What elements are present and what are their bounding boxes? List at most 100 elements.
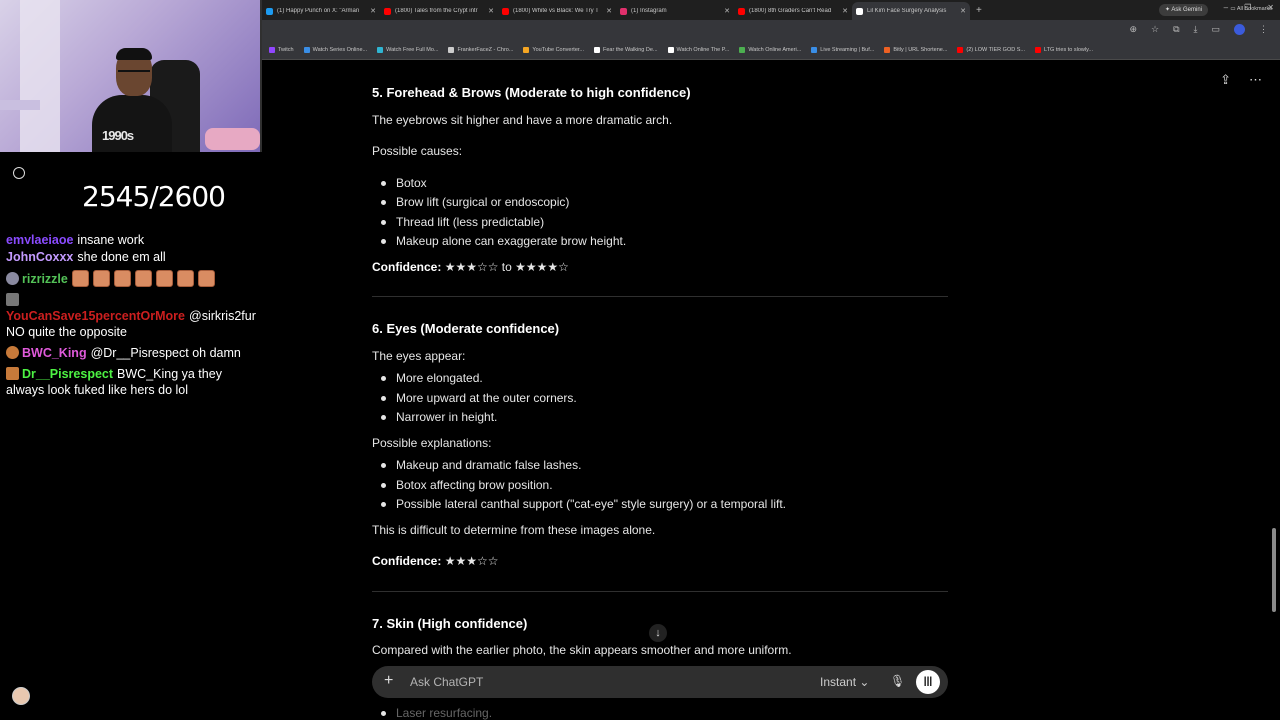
plus-icon[interactable]: + [384,672,393,690]
paragraph: The eyes appear: [372,349,466,363]
chat-username[interactable]: BWC_King [22,346,87,360]
paragraph: Possible explanations: [372,436,492,450]
list-item: Thread lift (less predictable) [380,215,545,229]
favicon-icon [269,46,275,53]
chat-text: she done em all [77,250,166,264]
favicon-icon [266,7,273,15]
tab-title: (1800) 8th Graders Can't Read [749,8,832,14]
shirt-text: 1990s [102,128,134,143]
browser-tab[interactable]: (1800) 8th Graders Can't Read ✕ [734,2,852,20]
speech-bubble-icon [13,167,25,179]
more-options-icon[interactable]: ⋯ [1249,72,1262,88]
profile-avatar[interactable] [1234,24,1245,35]
bookmark-item[interactable]: Bitly | URL Shortene... [879,46,952,53]
favicon-icon [811,46,818,53]
bookmark-label: Twitch [278,46,294,53]
favicon-icon [594,46,600,53]
confidence-line: Confidence: ★★★☆☆ [372,553,498,569]
confidence-label: Confidence: [372,554,442,568]
section-heading: 7. Skin (High confidence) [372,616,528,631]
bookmark-item[interactable]: Watch Series Online... [299,46,373,53]
bookmark-item[interactable]: FrankerFaceZ - Chro... [443,46,518,53]
tab-bar: (1) Happy Punch on X: "Arman ✕ (1800) Tale… [262,0,1280,20]
confidence-value: ★★★☆☆ [444,554,499,568]
chat-emote-icon [92,270,110,287]
chat-message: emylaeiaoe insane work [6,232,258,244]
bookmark-label: Watch Online Ameri... [748,46,802,53]
voice-mode-button[interactable]: ||| [916,670,940,694]
browser-tab[interactable]: (1) Instagram ✕ [616,2,734,20]
chat-message: rizrizzle [6,270,258,287]
close-tab-icon[interactable]: ✕ [724,7,730,15]
bookmark-item[interactable]: (2) LOW TIER GOD S... [952,46,1030,53]
browser-tab[interactable]: (1) Happy Punch on X: "Arman ✕ [262,2,380,20]
bookmark-item[interactable]: Watch Free Full Mo... [372,46,443,53]
minimize-icon[interactable]: – [1224,3,1228,12]
paragraph: The eyebrows sit higher and have a more … [372,113,673,127]
chat-username[interactable]: emylaeiaoe [6,233,73,244]
tab-title: (1800) White vs Black: We Try T [513,8,599,14]
ask-gemini-button[interactable]: ✦ Ask Gemini [1158,4,1208,16]
bookmark-star-icon[interactable]: ☆ [1151,24,1159,35]
bookmark-label: (2) LOW TIER GOD S... [966,46,1025,53]
share-icon[interactable]: ⇪ [1220,72,1231,88]
tab-title: (1800) Tales from the Crypt intr [395,8,478,14]
browser-menu-icon[interactable]: ⋮ [1259,24,1268,35]
side-panel-icon[interactable]: ▭ [1211,24,1220,35]
extensions-icon[interactable]: ⧉ [1173,24,1179,35]
favicon-icon [377,46,384,53]
scrollbar-thumb[interactable] [1272,528,1276,612]
microphone-icon[interactable]: 🎙 [890,674,905,688]
favicon-icon [303,46,310,53]
bookmark-label: Fear the Walking De... [603,46,658,53]
close-tab-icon[interactable]: ✕ [842,7,848,15]
favicon-icon [957,46,964,53]
list-item: Brow lift (surgical or endoscopic) [380,195,570,209]
bookmark-item[interactable]: Twitch [264,46,299,53]
chat-text: insane work [77,233,145,244]
chat-username[interactable]: rizrizzle [22,272,68,286]
favicon-icon [739,46,746,53]
bookmark-label: FrankerFaceZ - Chro... [457,46,514,53]
bookmark-item[interactable]: YouTube Converter... [518,46,589,53]
prompt-input[interactable] [410,674,790,690]
bookmark-item[interactable]: Watch Online The P... [663,46,735,53]
chat-username[interactable]: Dr__Pisrespect [22,367,113,381]
address-bar[interactable]: ⊕ ☆ ⧉ ⤓ ▭ ⋮ [262,20,1280,40]
user-avatar[interactable] [12,687,30,705]
bookmark-item[interactable]: LTG tries to slowly... [1030,46,1098,53]
chat-message: YouCanSave15percentOrMore @sirkris2fur NO… [6,292,258,340]
page-header-icons: ⇪ ⋯ [1220,72,1262,88]
paragraph: Compared with the earlier photo, the ski… [372,643,792,657]
all-bookmarks-label: All Bookmarks [1236,6,1272,12]
divider [372,591,948,592]
close-tab-icon[interactable]: ✕ [370,7,376,15]
model-selector[interactable]: Instant ⌄ [820,675,869,689]
download-icon[interactable]: ⤓ [1194,24,1198,35]
all-bookmarks-button[interactable]: ▭ All Bookmarks [1230,6,1272,12]
bookmark-item[interactable]: Live Streaming | Buf... [806,46,879,53]
list-item: More elongated. [381,371,483,385]
favicon-icon [884,46,891,53]
scroll-down-button[interactable]: ↓ [649,624,667,642]
bookmark-item[interactable]: Fear the Walking De... [589,46,663,53]
webcam-feed: 1990s [0,0,262,152]
sub-goal-counter: 2545/2600 [82,180,226,213]
bookmark-label: Watch Free Full Mo... [386,46,439,53]
browser-tab[interactable]: (1800) Tales from the Crypt intr ✕ [380,2,498,20]
chat-badge-icon [6,367,19,380]
composer: + Instant ⌄ 🎙 ||| [372,666,948,698]
close-tab-icon[interactable]: ✕ [606,7,612,15]
chat-message: JohnCoxxx she done em all [6,249,258,265]
list-item: Botox [381,176,427,190]
chat-username[interactable]: YouCanSave15percentOrMore [6,309,185,323]
chat-username[interactable]: JohnCoxxx [6,250,73,264]
close-tab-icon[interactable]: ✕ [488,7,494,15]
browser-tab[interactable]: (1800) White vs Black: We Try T ✕ [498,2,616,20]
new-tab-button[interactable]: + [970,2,988,20]
bookmark-item[interactable]: Watch Online Ameri... [734,46,806,53]
close-tab-icon[interactable]: ✕ [960,7,966,15]
zoom-icon[interactable]: ⊕ [1129,24,1137,35]
browser-tab[interactable]: Lil Kim Face Surgery Analysis ✕ [852,2,970,20]
chat-badge-icon [6,293,19,306]
